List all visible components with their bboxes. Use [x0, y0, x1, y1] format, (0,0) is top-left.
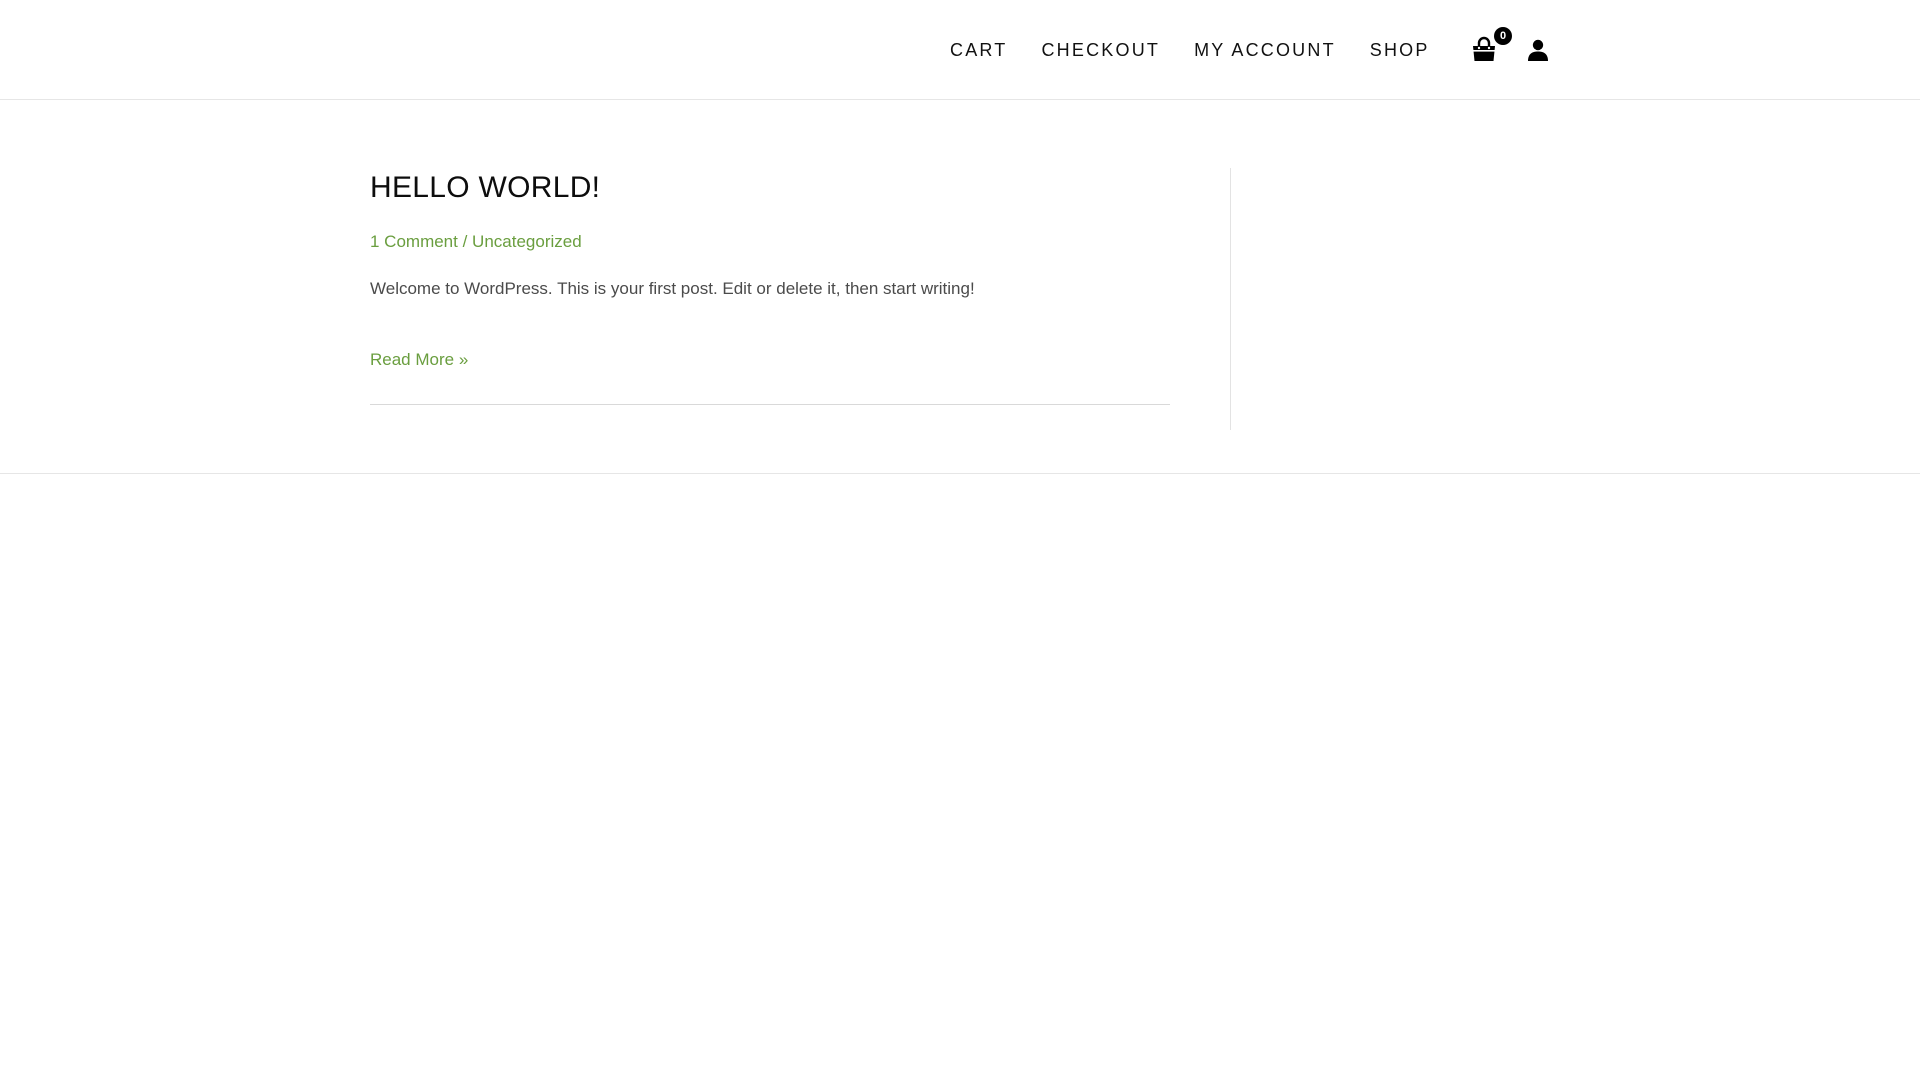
- site-header: CART CHECKOUT MY ACCOUNT SHOP 0: [0, 0, 1920, 100]
- comments-link[interactable]: 1 Comment: [370, 232, 458, 251]
- account-link[interactable]: [1526, 38, 1550, 62]
- sidebar-divider: [1230, 168, 1231, 430]
- meta-separator: /: [457, 232, 473, 251]
- shopping-bag-icon: [1473, 36, 1495, 61]
- read-more-link[interactable]: Read More »: [370, 348, 468, 372]
- category-link[interactable]: Uncategorized: [472, 232, 582, 251]
- nav-item-my-account[interactable]: MY ACCOUNT: [1194, 40, 1336, 61]
- user-icon: [1528, 39, 1548, 61]
- main-navigation: CART CHECKOUT MY ACCOUNT SHOP: [950, 0, 1430, 100]
- post-divider: [370, 404, 1170, 405]
- cart-count-badge: 0: [1494, 27, 1512, 45]
- post-title[interactable]: HELLO WORLD!: [370, 168, 1170, 208]
- post-article: HELLO WORLD! 1 Comment / Uncategorized W…: [370, 168, 1170, 372]
- nav-item-cart[interactable]: CART: [950, 40, 1007, 61]
- content-area: HELLO WORLD! 1 Comment / Uncategorized W…: [370, 168, 1170, 372]
- content-bottom-border: [0, 473, 1920, 474]
- header-cart[interactable]: 0: [1470, 27, 1512, 66]
- post-meta: 1 Comment / Uncategorized: [370, 230, 1170, 254]
- post-excerpt: Welcome to WordPress. This is your first…: [370, 279, 975, 298]
- nav-item-checkout[interactable]: CHECKOUT: [1041, 40, 1160, 61]
- nav-item-shop[interactable]: SHOP: [1370, 40, 1430, 61]
